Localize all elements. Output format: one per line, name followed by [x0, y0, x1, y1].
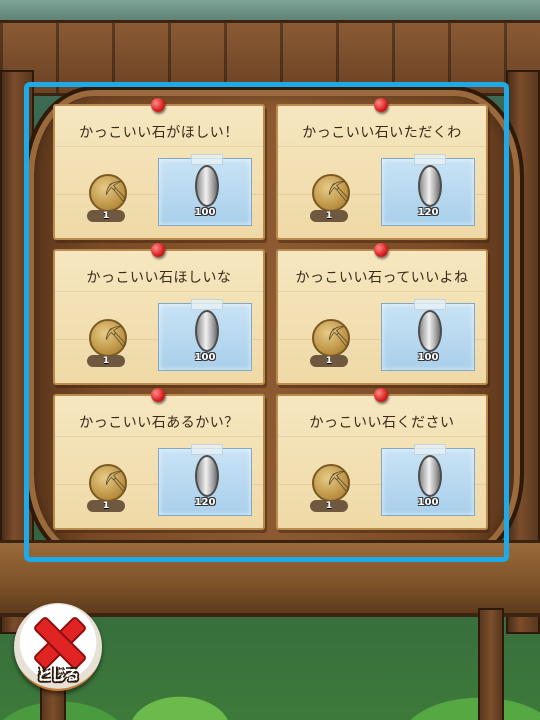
reward-panel: 100: [158, 299, 252, 371]
reward-value: 100: [417, 497, 439, 508]
item-count: 1: [310, 355, 348, 367]
item-count: 1: [310, 210, 348, 222]
pin-icon: [374, 243, 388, 257]
roof-edge: [0, 0, 540, 22]
quest-board-scene: かっこいい石がほしい！ ⛏ 1 100 かっこいい石いただくわ ⛏ 1 120 …: [0, 0, 540, 720]
pickaxe-icon: ⛏: [312, 174, 351, 212]
request-title: かっこいい石いただくわ: [302, 125, 462, 141]
roof-planks: [0, 20, 540, 96]
pin-icon: [151, 98, 165, 112]
close-x-icon: [32, 615, 84, 667]
silver-coin-icon: [195, 455, 219, 497]
request-card[interactable]: かっこいい石いただくわ ⛏ 1 120: [276, 98, 488, 240]
request-card[interactable]: かっこいい石あるかい？ ⛏ 1 120: [53, 388, 265, 530]
request-card[interactable]: かっこいい石っていいよね ⛏ 1 100: [276, 243, 488, 385]
reward-panel: 100: [158, 154, 252, 226]
pickaxe-icon: ⛏: [312, 464, 351, 502]
pickaxe-icon: ⛏: [89, 319, 128, 357]
request-title: かっこいい石あるかい？: [79, 415, 239, 431]
reward-panel: 120: [381, 154, 475, 226]
silver-coin-icon: [195, 165, 219, 207]
reward-value: 120: [194, 497, 216, 508]
silver-coin-icon: [418, 165, 442, 207]
pin-icon: [374, 98, 388, 112]
silver-coin-icon: [195, 310, 219, 352]
reward-value: 100: [417, 352, 439, 363]
required-item: ⛏ 1: [87, 458, 129, 518]
item-count: 1: [87, 355, 125, 367]
required-item: ⛏ 1: [87, 313, 129, 373]
reward-panel: 100: [381, 299, 475, 371]
reward-panel: 120: [158, 444, 252, 516]
item-count: 1: [310, 500, 348, 512]
request-card[interactable]: かっこいい石ください ⛏ 1 100: [276, 388, 488, 530]
required-item: ⛏ 1: [310, 458, 352, 518]
pin-icon: [374, 388, 388, 402]
request-title: かっこいい石ください: [309, 415, 455, 431]
silver-coin-icon: [418, 455, 442, 497]
rail-leg-right: [478, 608, 504, 720]
close-button[interactable]: とじる: [14, 603, 102, 691]
pickaxe-icon: ⛏: [312, 319, 351, 357]
pin-icon: [151, 243, 165, 257]
pickaxe-icon: ⛏: [89, 174, 128, 212]
silver-coin-icon: [418, 310, 442, 352]
reward-value: 100: [194, 352, 216, 363]
required-item: ⛏ 1: [310, 313, 352, 373]
reward-panel: 100: [381, 444, 475, 516]
required-item: ⛏ 1: [310, 168, 352, 228]
board-rail: [0, 540, 540, 617]
request-card[interactable]: かっこいい石ほしいな ⛏ 1 100: [53, 243, 265, 385]
close-button-label: とじる: [37, 668, 79, 684]
item-count: 1: [87, 210, 125, 222]
item-count: 1: [87, 500, 125, 512]
request-card[interactable]: かっこいい石がほしい！ ⛏ 1 100: [53, 98, 265, 240]
request-title: かっこいい石ほしいな: [86, 270, 232, 286]
reward-value: 120: [417, 207, 439, 218]
required-item: ⛏ 1: [87, 168, 129, 228]
pin-icon: [151, 388, 165, 402]
request-title: かっこいい石がほしい！: [79, 125, 239, 141]
reward-value: 100: [194, 207, 216, 218]
request-title: かっこいい石っていいよね: [295, 270, 469, 286]
pickaxe-icon: ⛏: [89, 464, 128, 502]
